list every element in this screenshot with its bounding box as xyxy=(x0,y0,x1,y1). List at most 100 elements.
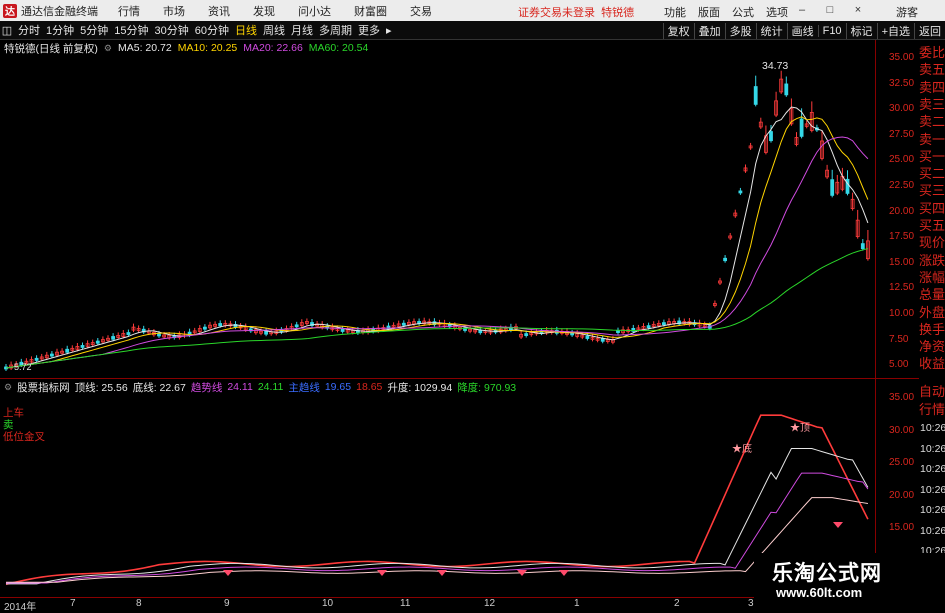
candle-body xyxy=(585,335,590,339)
app-logo-icon: 达 xyxy=(3,3,17,18)
kline-chart[interactable]: 34.73 5.72 xyxy=(0,56,875,378)
quote-label: 买四 xyxy=(919,200,945,216)
tool-fanhui[interactable]: 返回 xyxy=(914,22,945,39)
indicator-legend: ⚙ 股票指标网 顶线: 25.56 底线: 22.67 趋势线 24.11 24… xyxy=(0,380,516,394)
candle-body xyxy=(294,324,299,328)
menu-banmian[interactable]: 版面 xyxy=(698,4,720,20)
price-tick: 35.00 xyxy=(889,52,915,63)
period-fenshi[interactable]: 分时 xyxy=(18,22,40,38)
period-month[interactable]: 月线 xyxy=(291,22,313,38)
price-tick: 5.00 xyxy=(889,359,909,371)
indicator-bottom-line: 底线: 22.67 xyxy=(132,381,186,394)
tick-time: 10:26 xyxy=(920,442,945,455)
ma60-label: MA60: 20.54 xyxy=(308,42,369,54)
sell-diamond-icon xyxy=(559,570,569,576)
candle-body xyxy=(600,338,605,342)
candle-body xyxy=(524,333,529,336)
price-tick: 15.00 xyxy=(889,256,915,268)
menu-gongshi[interactable]: 公式 xyxy=(732,4,754,20)
close-icon[interactable]: × xyxy=(850,2,866,18)
candle-body xyxy=(799,118,804,137)
watermark-url: www.60lt.com xyxy=(776,585,863,600)
date-tick: 8 xyxy=(136,598,142,609)
candle-body xyxy=(723,257,727,262)
watermark-title: 乐淘公式网 xyxy=(772,562,882,585)
candle-body xyxy=(738,190,743,194)
candle-body xyxy=(753,86,758,105)
tool-zixuan[interactable]: +自选 xyxy=(876,22,914,39)
period-15min[interactable]: 15分钟 xyxy=(114,22,148,38)
tool-duogu[interactable]: 多股 xyxy=(724,22,756,39)
period-30min[interactable]: 30分钟 xyxy=(155,22,189,38)
tool-biaoji[interactable]: 标记 xyxy=(845,22,877,39)
more-arrow-icon[interactable]: ▸ xyxy=(386,24,392,37)
period-week[interactable]: 周线 xyxy=(263,22,285,38)
tool-fuquan[interactable]: 复权 xyxy=(662,22,694,39)
quote-label: 卖五 xyxy=(919,62,945,78)
title-bar: 达 通达信金融终端 行情 市场 资讯 发现 问小达 财富圈 交易 证券交易未登录… xyxy=(0,0,945,21)
candle-body xyxy=(616,330,620,333)
tool-huaxian[interactable]: 画线 xyxy=(786,22,818,39)
quote-label: 卖二 xyxy=(919,114,945,130)
date-tick: 2014年 xyxy=(4,602,37,613)
menu-caifuquan[interactable]: 财富圈 xyxy=(354,3,387,19)
menu-zixun[interactable]: 资讯 xyxy=(208,3,230,19)
chart-title: 特锐德(日线 前复权) xyxy=(4,42,98,55)
candle-body xyxy=(65,348,70,353)
indicator-fast-line xyxy=(5,414,869,586)
indicator-tick: 15.00 xyxy=(889,522,915,533)
period-5min[interactable]: 5分钟 xyxy=(80,22,108,38)
side-option[interactable]: 自动 xyxy=(919,383,945,401)
quote-label: 买二 xyxy=(919,166,945,182)
toggle-icon[interactable]: ◫ xyxy=(0,24,14,37)
tick-time: 10:26 xyxy=(920,463,945,475)
menu-shichang[interactable]: 市场 xyxy=(163,3,185,19)
price-tick: 17.50 xyxy=(889,231,915,243)
tool-tongji[interactable]: 统计 xyxy=(755,22,787,39)
candle-body xyxy=(830,179,835,196)
candle-body xyxy=(80,345,85,348)
maximize-icon[interactable]: □ xyxy=(822,2,838,18)
bottom-marker: ★底 xyxy=(732,442,752,455)
candle-body xyxy=(111,336,115,340)
candle-body xyxy=(95,340,100,344)
period-multi[interactable]: 多周期 xyxy=(319,22,352,38)
ma60-line xyxy=(5,248,869,369)
period-1min[interactable]: 1分钟 xyxy=(46,22,74,38)
menu-wenxiaoda[interactable]: 问小达 xyxy=(298,3,331,19)
date-tick: 2 xyxy=(674,598,680,609)
price-tick: 25.00 xyxy=(889,154,915,166)
quote-label: 买一 xyxy=(919,148,945,164)
date-tick: 1 xyxy=(574,598,580,609)
quote-label: 涨幅 xyxy=(919,269,945,285)
indicator-trend-value-2: 24.11 xyxy=(257,381,284,393)
menu-jiaoyi[interactable]: 交易 xyxy=(410,3,432,19)
period-day[interactable]: 日线 xyxy=(235,22,257,38)
settings-icon[interactable]: ⚙ xyxy=(4,382,12,393)
price-tick: 10.00 xyxy=(889,308,915,319)
settings-icon[interactable]: ⚙ xyxy=(104,43,112,54)
indicator-trend-value: 24.11 xyxy=(227,381,253,393)
quote-label: 净资 xyxy=(919,339,945,355)
menu-faxian[interactable]: 发现 xyxy=(253,3,275,19)
date-tick: 3 xyxy=(748,598,754,609)
menu-gongneng[interactable]: 功能 xyxy=(664,4,686,20)
quote-label: 收益 xyxy=(919,356,945,372)
menu-xuanxiang[interactable]: 选项 xyxy=(766,4,788,20)
period-60min[interactable]: 60分钟 xyxy=(195,22,229,38)
menu-hangqing[interactable]: 行情 xyxy=(118,3,140,19)
candle-body xyxy=(401,322,406,326)
quote-label: 现价 xyxy=(919,235,945,251)
tool-f10[interactable]: F10 xyxy=(817,24,846,37)
price-tick: 20.00 xyxy=(889,205,915,217)
price-tick: 7.50 xyxy=(889,333,909,345)
side-option[interactable]: 行情 xyxy=(919,401,945,419)
indicator-chart[interactable]: ★底 ★顶 xyxy=(0,394,875,597)
indicator-rise: 升度: 1029.94 xyxy=(387,381,453,394)
period-more[interactable]: 更多 xyxy=(358,22,380,38)
main-menu: 行情 市场 资讯 发现 问小达 财富圈 交易 xyxy=(118,3,455,19)
tool-diejia[interactable]: 叠加 xyxy=(693,22,725,39)
login-link[interactable]: 游客 xyxy=(896,4,918,20)
minimize-icon[interactable]: – xyxy=(794,2,810,18)
indicator-tick: 35.00 xyxy=(889,392,915,403)
